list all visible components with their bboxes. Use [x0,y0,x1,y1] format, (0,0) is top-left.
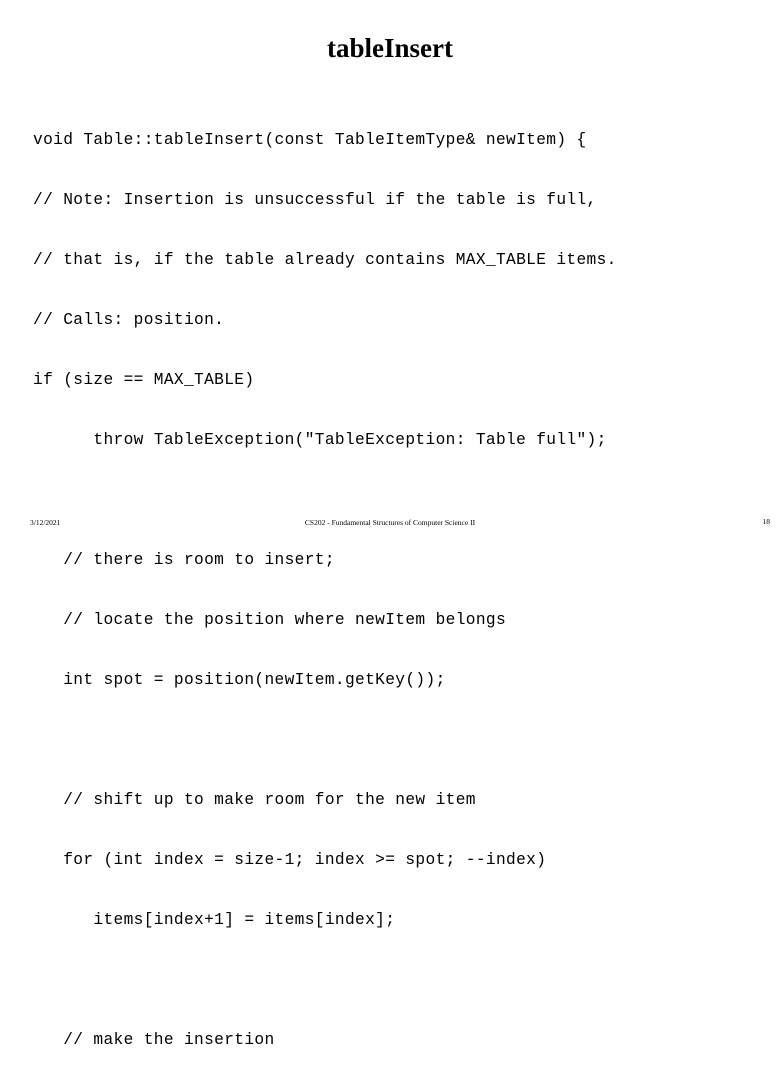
code-line: // locate the position where newItem bel… [33,611,507,629]
code-line: for (int index = size-1; index >= spot; … [33,851,547,869]
code-listing: void Table::tableInsert(const TableItemT… [33,90,747,1080]
code-line: throw TableException("TableException: Ta… [33,431,607,449]
code-line: // Note: Insertion is unsuccessful if th… [33,191,597,209]
code-line: // that is, if the table already contain… [33,251,617,269]
code-line: int spot = position(newItem.getKey()); [33,671,446,689]
code-line: items[index+1] = items[index]; [33,911,396,929]
footer-page-number: 18 [762,517,771,526]
page-title: tableInsert [327,33,453,63]
code-line: // make the insertion [33,1031,275,1049]
code-line: void Table::tableInsert(const TableItemT… [33,131,587,149]
code-line: // there is room to insert; [33,551,335,569]
slide-footer: 3/12/2021 CS202 - Fundamental Structures… [0,506,780,540]
code-line: if (size == MAX_TABLE) [33,371,255,389]
footer-course-title: CS202 - Fundamental Structures of Comput… [304,518,476,527]
slide-canvas: tableInsert void Table::tableInsert(cons… [0,0,780,1049]
code-line: // Calls: position. [33,311,225,329]
code-line: // shift up to make room for the new ite… [33,791,476,809]
